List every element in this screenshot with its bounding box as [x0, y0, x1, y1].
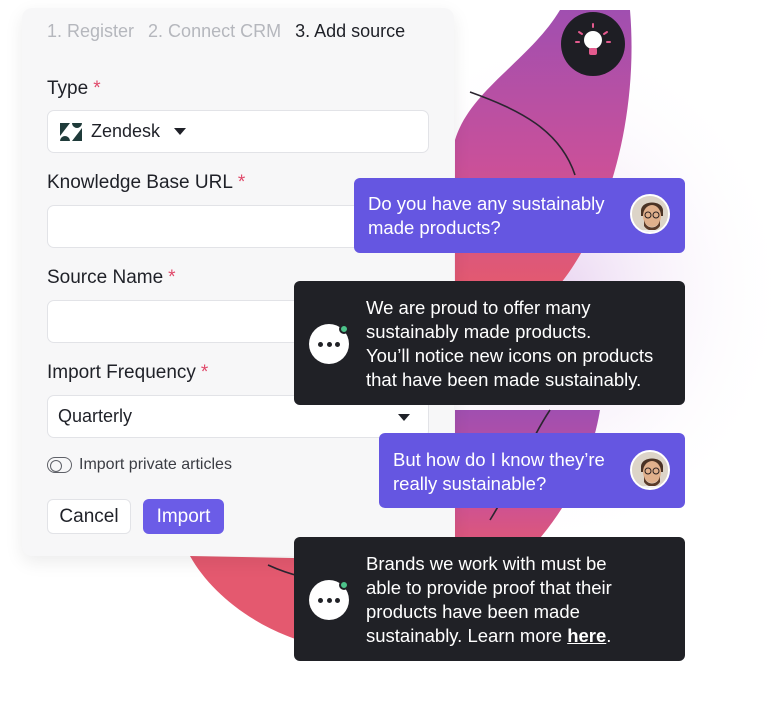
- type-label: Type *: [47, 78, 101, 100]
- message-line: sustainably. Learn more here.: [366, 624, 612, 648]
- step-connect-crm[interactable]: 2. Connect CRM: [148, 21, 281, 42]
- kb-url-label: Knowledge Base URL *: [47, 172, 245, 194]
- required-marker: *: [168, 267, 176, 288]
- message-line: But how do I know they’re: [393, 449, 605, 470]
- message-line: Brands we work with must be: [366, 553, 607, 574]
- step-register[interactable]: 1. Register: [47, 21, 134, 42]
- toggle-icon[interactable]: [47, 457, 72, 473]
- message-line: We are proud to offer many: [366, 297, 591, 318]
- user-avatar-icon: [630, 194, 670, 234]
- cancel-button[interactable]: Cancel: [47, 499, 131, 534]
- dot: [326, 342, 332, 347]
- chevron-down-icon: [398, 414, 410, 421]
- message-line: sustainably made products.: [366, 321, 592, 342]
- user-avatar-illustration: [632, 452, 668, 488]
- source-name-label-text: Source Name: [47, 267, 164, 288]
- message-text: But how do I know they’re really sustain…: [393, 448, 605, 496]
- lightbulb-icon: [575, 23, 611, 55]
- message-line: Do you have any sustainably: [368, 193, 605, 214]
- chat-bot-icon: [309, 324, 349, 364]
- online-status-indicator: [339, 324, 349, 334]
- message-line: You’ll notice new icons on products: [366, 345, 654, 366]
- frequency-label: Import Frequency *: [47, 362, 208, 384]
- message-line: able to provide proof that their: [366, 577, 612, 598]
- message-text: We are proud to offer many sustainably m…: [366, 296, 653, 392]
- required-marker: *: [93, 78, 101, 99]
- private-articles-label: Import private articles: [79, 456, 232, 473]
- dot: [318, 342, 323, 347]
- dot: [335, 598, 340, 603]
- required-marker: *: [237, 172, 246, 193]
- chat-message-bot: Brands we work with must be able to prov…: [294, 537, 685, 661]
- chevron-down-icon: [174, 128, 187, 135]
- type-select-value: Zendesk: [91, 121, 161, 141]
- import-button[interactable]: Import: [143, 499, 224, 534]
- frequency-label-text: Import Frequency: [47, 362, 196, 383]
- kb-url-label-text: Knowledge Base URL: [47, 172, 233, 193]
- required-marker: *: [200, 362, 209, 383]
- message-line: that have been made sustainably.: [366, 369, 642, 390]
- message-text: Do you have any sustainably made product…: [368, 192, 605, 240]
- private-articles-toggle-row[interactable]: Import private articles: [47, 456, 232, 474]
- message-line: really sustainable?: [393, 473, 547, 494]
- chat-message-bot: We are proud to offer many sustainably m…: [294, 281, 685, 405]
- chat-message-user: Do you have any sustainably made product…: [354, 178, 685, 253]
- dot: [335, 342, 340, 347]
- learn-more-link[interactable]: here: [567, 625, 606, 646]
- user-avatar-illustration: [632, 196, 668, 232]
- stepper: 1. Register 2. Connect CRM 3. Add source: [47, 21, 405, 42]
- dot: [326, 598, 332, 603]
- message-line: made products?: [368, 217, 501, 238]
- source-name-label: Source Name *: [47, 267, 176, 289]
- step-add-source[interactable]: 3. Add source: [295, 21, 405, 42]
- chat-bot-icon: [309, 580, 349, 620]
- frequency-select-value: Quarterly: [58, 406, 133, 426]
- dot: [318, 598, 323, 603]
- lightbulb-badge: [561, 12, 625, 76]
- chat-message-user: But how do I know they’re really sustain…: [379, 433, 685, 508]
- message-line-punctuation: .: [606, 625, 612, 646]
- zendesk-logo-icon: [60, 122, 82, 141]
- type-select[interactable]: Zendesk: [47, 110, 429, 153]
- type-label-text: Type: [47, 78, 89, 99]
- message-line-text: sustainably. Learn more: [366, 625, 568, 646]
- user-avatar-icon: [630, 450, 670, 490]
- message-text: Brands we work with must be able to prov…: [366, 552, 612, 648]
- message-line: products have been made: [366, 601, 580, 622]
- online-status-indicator: [339, 580, 349, 590]
